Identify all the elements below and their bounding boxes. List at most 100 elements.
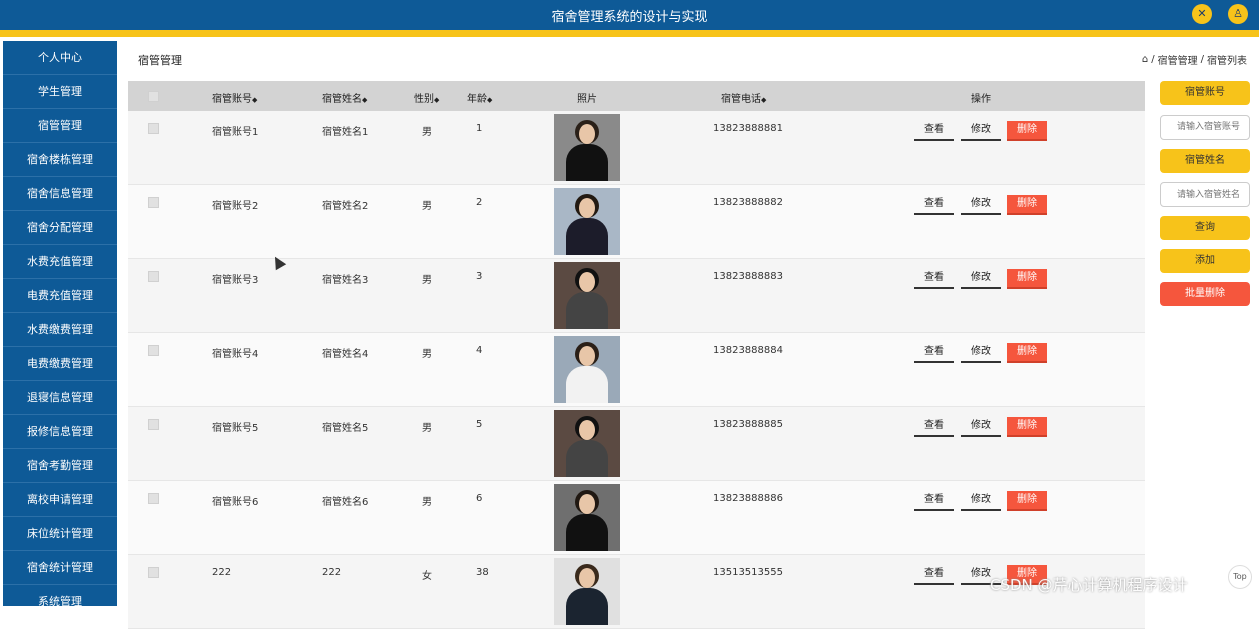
add-button[interactable]: 添加 (1160, 249, 1250, 273)
manager-photo[interactable] (554, 336, 620, 403)
cell-account: 宿管账号4 (212, 349, 259, 360)
row-checkbox[interactable] (148, 271, 159, 282)
cell-name: 宿管姓名6 (322, 497, 369, 508)
manager-photo[interactable] (554, 188, 620, 255)
edit-button[interactable]: 修改 (961, 417, 1001, 437)
query-button[interactable]: 查询 (1160, 216, 1250, 240)
manager-photo[interactable] (554, 262, 620, 329)
table-body: 宿管账号1 宿管姓名1 男 1 13823888881 查看 修改 删除 宿管账… (128, 111, 1145, 629)
col-account-header[interactable]: 宿管账号◆ (212, 90, 257, 105)
account-label: 宿管账号 (1160, 81, 1250, 105)
sidebar-item-electric-payment[interactable]: 电费缴费管理 (3, 347, 117, 381)
cell-age: 6 (476, 493, 483, 504)
sort-icon: ◆ (252, 96, 258, 104)
row-checkbox[interactable] (148, 419, 159, 430)
cell-phone: 13823888885 (713, 419, 783, 430)
row-checkbox[interactable] (148, 345, 159, 356)
col-actions-header: 操作 (971, 94, 991, 105)
sidebar-item-system[interactable]: 系统管理 (3, 585, 117, 606)
row-checkbox[interactable] (148, 123, 159, 134)
sidebar-item-dorm-info[interactable]: 宿舍信息管理 (3, 177, 117, 211)
cell-name: 宿管姓名1 (322, 127, 369, 138)
sidebar-item-dorm-assignment[interactable]: 宿舍分配管理 (3, 211, 117, 245)
account-search-input[interactable] (1160, 114, 1250, 140)
cell-age: 2 (476, 197, 483, 208)
sidebar-item-personal-center[interactable]: 个人中心 (3, 41, 117, 75)
cell-age: 38 (476, 567, 489, 578)
select-all-checkbox[interactable] (148, 91, 159, 102)
home-icon[interactable]: ⌂ (1142, 54, 1148, 65)
back-to-top-button[interactable]: Top (1228, 565, 1252, 589)
breadcrumb-item: 宿管列表 (1207, 56, 1247, 67)
cell-gender: 男 (422, 349, 432, 360)
breadcrumb: ⌂ / 宿管管理 / 宿管列表 (1141, 52, 1247, 67)
row-checkbox[interactable] (148, 197, 159, 208)
page-bar: 宿管管理 ⌂ / 宿管管理 / 宿管列表 (118, 38, 1259, 80)
manager-photo[interactable] (554, 484, 620, 551)
delete-button[interactable]: 删除 (1007, 491, 1047, 511)
cell-phone: 13823888882 (713, 197, 783, 208)
manager-photo[interactable] (554, 558, 620, 625)
batch-delete-button[interactable]: 批量删除 (1160, 282, 1250, 306)
sort-icon: ◆ (487, 96, 493, 104)
breadcrumb-item[interactable]: 宿管管理 (1158, 52, 1198, 67)
row-checkbox[interactable] (148, 493, 159, 504)
fullscreen-icon[interactable]: ✕ (1192, 4, 1212, 24)
sidebar-item-water-payment[interactable]: 水费缴费管理 (3, 313, 117, 347)
cell-phone: 13823888884 (713, 345, 783, 356)
view-button[interactable]: 查看 (914, 343, 954, 363)
sidebar-item-attendance[interactable]: 宿舍考勤管理 (3, 449, 117, 483)
sidebar-item-buildings[interactable]: 宿舍楼栋管理 (3, 143, 117, 177)
cell-name: 宿管姓名5 (322, 423, 369, 434)
edit-button[interactable]: 修改 (961, 121, 1001, 141)
cell-age: 4 (476, 345, 483, 356)
cell-gender: 男 (422, 423, 432, 434)
sidebar-item-bed-stats[interactable]: 床位统计管理 (3, 517, 117, 551)
delete-button[interactable]: 删除 (1007, 343, 1047, 363)
sidebar-item-electric-recharge[interactable]: 电费充值管理 (3, 279, 117, 313)
col-gender-header[interactable]: 性别◆ (414, 90, 439, 105)
sidebar-item-students[interactable]: 学生管理 (3, 75, 117, 109)
view-button[interactable]: 查看 (914, 121, 954, 141)
edit-button[interactable]: 修改 (961, 343, 1001, 363)
view-button[interactable]: 查看 (914, 269, 954, 289)
table-row: 宿管账号4 宿管姓名4 男 4 13823888884 查看 修改 删除 (128, 333, 1145, 407)
cell-age: 5 (476, 419, 483, 430)
edit-button[interactable]: 修改 (961, 269, 1001, 289)
delete-button[interactable]: 删除 (1007, 269, 1047, 289)
cell-gender: 男 (422, 497, 432, 508)
cell-account: 宿管账号2 (212, 201, 259, 212)
cell-phone: 13823888886 (713, 493, 783, 504)
view-button[interactable]: 查看 (914, 491, 954, 511)
sidebar-item-checkout[interactable]: 退寝信息管理 (3, 381, 117, 415)
sidebar-item-repairs[interactable]: 报修信息管理 (3, 415, 117, 449)
app-title: 宿舍管理系统的设计与实现 (551, 10, 708, 25)
col-age-header[interactable]: 年龄◆ (467, 90, 492, 105)
edit-button[interactable]: 修改 (961, 491, 1001, 511)
view-button[interactable]: 查看 (914, 565, 954, 585)
sidebar-item-dorm-stats[interactable]: 宿舍统计管理 (3, 551, 117, 585)
table-row: 宿管账号3 宿管姓名3 男 3 13823888883 查看 修改 删除 (128, 259, 1145, 333)
cell-account: 宿管账号6 (212, 497, 259, 508)
sidebar-item-water-recharge[interactable]: 水费充值管理 (3, 245, 117, 279)
sidebar-item-dorm-managers[interactable]: 宿管管理 (3, 109, 117, 143)
view-button[interactable]: 查看 (914, 195, 954, 215)
manager-photo[interactable] (554, 114, 620, 181)
row-checkbox[interactable] (148, 567, 159, 578)
delete-button[interactable]: 删除 (1007, 417, 1047, 437)
sidebar-item-leave-school[interactable]: 离校申请管理 (3, 483, 117, 517)
cell-gender: 男 (422, 275, 432, 286)
name-label: 宿管姓名 (1160, 148, 1250, 173)
col-photo-header: 照片 (577, 94, 597, 105)
delete-button[interactable]: 删除 (1007, 195, 1047, 215)
edit-button[interactable]: 修改 (961, 195, 1001, 215)
manager-photo[interactable] (554, 410, 620, 477)
view-button[interactable]: 查看 (914, 417, 954, 437)
name-search-input[interactable] (1160, 182, 1250, 207)
header-stripe (0, 30, 1259, 37)
user-icon[interactable]: ♙ (1228, 4, 1248, 24)
cell-phone: 13513513555 (713, 567, 783, 578)
col-name-header[interactable]: 宿管姓名◆ (322, 90, 367, 105)
delete-button[interactable]: 删除 (1007, 121, 1047, 141)
col-phone-header[interactable]: 宿管电话◆ (721, 90, 766, 105)
